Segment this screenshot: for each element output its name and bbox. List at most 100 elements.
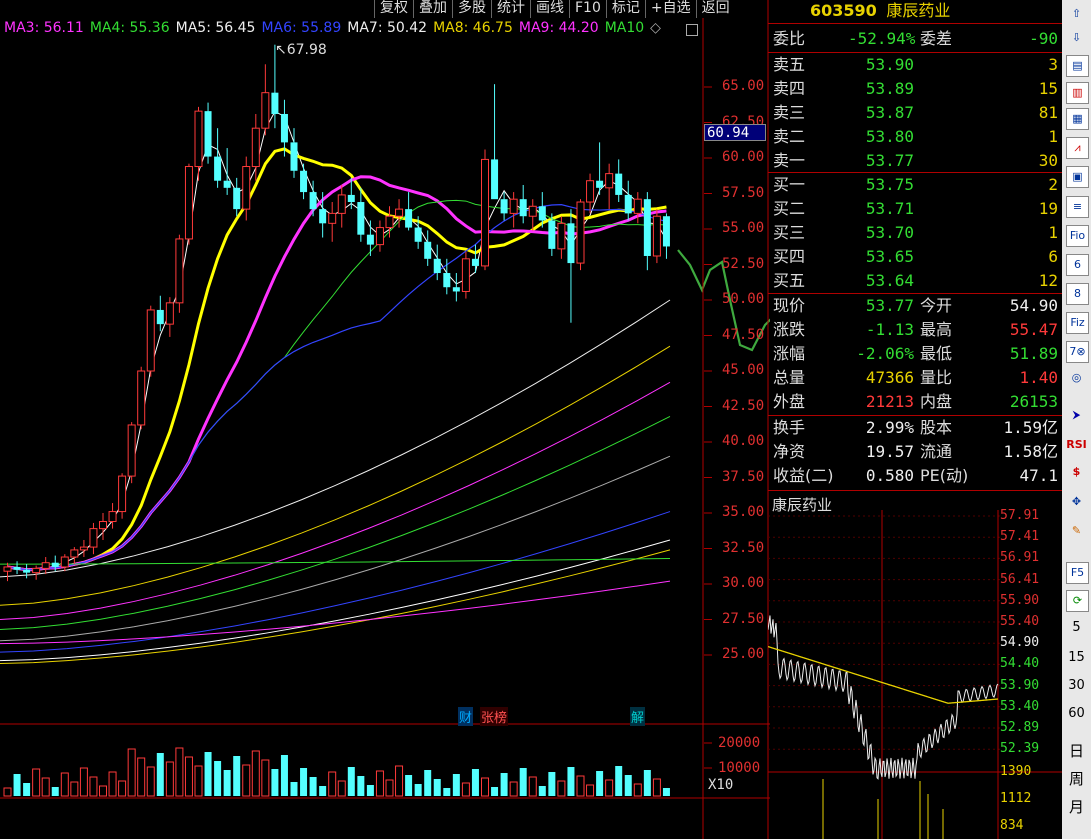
fio-icon[interactable]: Fio [1066, 225, 1089, 247]
bids-price[interactable]: 53.71 [848, 197, 914, 221]
target-icon[interactable]: ◎ [1066, 368, 1087, 388]
candle-body [13, 566, 21, 570]
quote-value-2: 55.47 [1009, 320, 1058, 339]
asks-row: 卖三 53.87 81 [770, 101, 1060, 125]
ma-line-10 [7, 147, 667, 572]
volume-bar [424, 770, 432, 796]
f7-icon[interactable]: 7⊗ [1066, 341, 1089, 363]
finance-row: 收益(二) 0.580 PE(动) 47.1 [770, 464, 1060, 488]
bids-price[interactable]: 53.75 [848, 173, 914, 197]
period-15[interactable]: 15 [1062, 650, 1091, 665]
high-marker-value: 67.98 [286, 42, 327, 58]
intraday-volume-tick: 1112 [1000, 791, 1032, 806]
event-mark-finance[interactable]: 财 [458, 707, 474, 726]
bids-vol: 1 [1048, 223, 1058, 242]
ma-line-long [0, 511, 671, 653]
kline-chart[interactable] [0, 0, 770, 839]
finance-value-2: 1.58亿 [1003, 442, 1058, 461]
candle-body [175, 238, 184, 304]
arrow-down-icon[interactable]: ⇩ [1066, 28, 1087, 48]
candle-body [443, 273, 451, 288]
asks-price[interactable]: 53.90 [848, 53, 914, 77]
candle-body [51, 562, 59, 567]
intraday-price-tick: 54.40 [1000, 656, 1040, 672]
volume-bar [596, 771, 604, 796]
period-week[interactable]: 周 [1062, 768, 1091, 789]
intraday-price-tick: 55.90 [1000, 592, 1040, 608]
bids-price[interactable]: 53.65 [848, 245, 914, 269]
f10-icon[interactable]: ≡ [1066, 196, 1089, 218]
price-axis-tick: 32.50 [722, 539, 765, 556]
asks-row: 卖五 53.90 3 [770, 53, 1060, 77]
asks-row: 卖四 53.89 15 [770, 77, 1060, 101]
period-5[interactable]: 5 [1062, 620, 1091, 635]
candle-body [271, 92, 279, 114]
arrow-up-icon[interactable]: ⇧ [1066, 4, 1087, 24]
bids-price[interactable]: 53.70 [848, 221, 914, 245]
dollar-icon[interactable]: $ [1066, 462, 1087, 482]
multi-chart-icon[interactable]: ▣ [1066, 166, 1089, 188]
price-axis-tick: 27.50 [722, 610, 765, 627]
user-drawn-line[interactable] [677, 249, 770, 460]
move-icon[interactable]: ✥ [1066, 492, 1087, 512]
trend-icon[interactable]: ⩘ [1066, 137, 1089, 159]
asks-vol: 1 [1048, 127, 1058, 146]
ma-toggle-icon[interactable] [686, 24, 698, 36]
arrow-icon[interactable]: ⮞ [1066, 405, 1087, 425]
cursor-price-label: 60.94 [704, 124, 766, 141]
candle-body [233, 187, 241, 210]
price-axis-tick: 45.00 [722, 362, 765, 378]
period-60[interactable]: 60 [1062, 706, 1091, 721]
pencil-icon[interactable]: ✎ [1066, 521, 1087, 541]
asks-price[interactable]: 53.77 [848, 149, 914, 173]
volume-bar [184, 756, 193, 797]
finance-value: 19.57 [865, 442, 914, 461]
volume-bar [41, 777, 50, 797]
asks-price[interactable]: 53.87 [848, 101, 914, 125]
candle-body [586, 180, 595, 203]
event-mark-dragon-tiger[interactable]: 张榜 [480, 707, 509, 726]
ma-line-long [0, 539, 671, 662]
quote-list-icon[interactable]: ▤ [1066, 55, 1089, 77]
candle-body [481, 158, 489, 267]
period-30[interactable]: 30 [1062, 678, 1091, 693]
price-axis-tick: 65.00 [722, 78, 765, 94]
candle-body [137, 370, 146, 426]
period-month[interactable]: 月 [1062, 796, 1091, 817]
volume-bar [662, 788, 670, 796]
candle-body [491, 159, 499, 200]
price-axis-tick: 47.50 [722, 326, 765, 343]
asks-vol: 15 [1038, 79, 1058, 98]
quote-value: 47366 [865, 368, 914, 387]
candle-body [251, 127, 260, 168]
bids-price[interactable]: 53.64 [848, 269, 914, 293]
quote-value: -1.13 [865, 320, 914, 339]
asks-label: 卖一 [773, 151, 806, 170]
finance-label-2: 股本 [920, 418, 953, 437]
kline-icon[interactable]: ▥ [1066, 82, 1089, 104]
asks-price[interactable]: 53.80 [848, 125, 914, 149]
ma-line-long [0, 381, 671, 620]
volume-bar [242, 764, 251, 797]
asks-price[interactable]: 53.89 [848, 77, 914, 101]
volume-bar [127, 748, 136, 797]
volume-bar [491, 787, 499, 796]
rsi-icon[interactable]: RSI [1066, 435, 1087, 455]
table-icon[interactable]: ▦ [1066, 108, 1089, 130]
candle-body [165, 302, 174, 325]
fiz-icon[interactable]: Fiz [1066, 312, 1089, 334]
volume-bar [624, 775, 632, 796]
weibi-value: -52.94% [848, 29, 916, 48]
volume-bar [433, 779, 441, 796]
f6-icon[interactable]: 6 [1066, 254, 1089, 276]
volume-bar [146, 766, 155, 797]
f8-icon[interactable]: 8 [1066, 283, 1089, 305]
f5-icon[interactable]: F5 [1066, 562, 1089, 584]
refresh-icon[interactable]: ⟳ [1066, 590, 1089, 612]
volume-bar [328, 771, 337, 797]
period-day[interactable]: 日 [1062, 740, 1091, 761]
candle-body [127, 424, 136, 477]
tool-sidebar: ⇧ ⇩ ▤ ▥ ▦ ⩘ ▣ ≡ Fio 6 8 Fiz 7⊗ ◎ ⮞ RSI $… [1062, 0, 1091, 839]
event-mark-unlock[interactable]: 解 [630, 707, 646, 726]
ma-line-3 [7, 110, 667, 571]
